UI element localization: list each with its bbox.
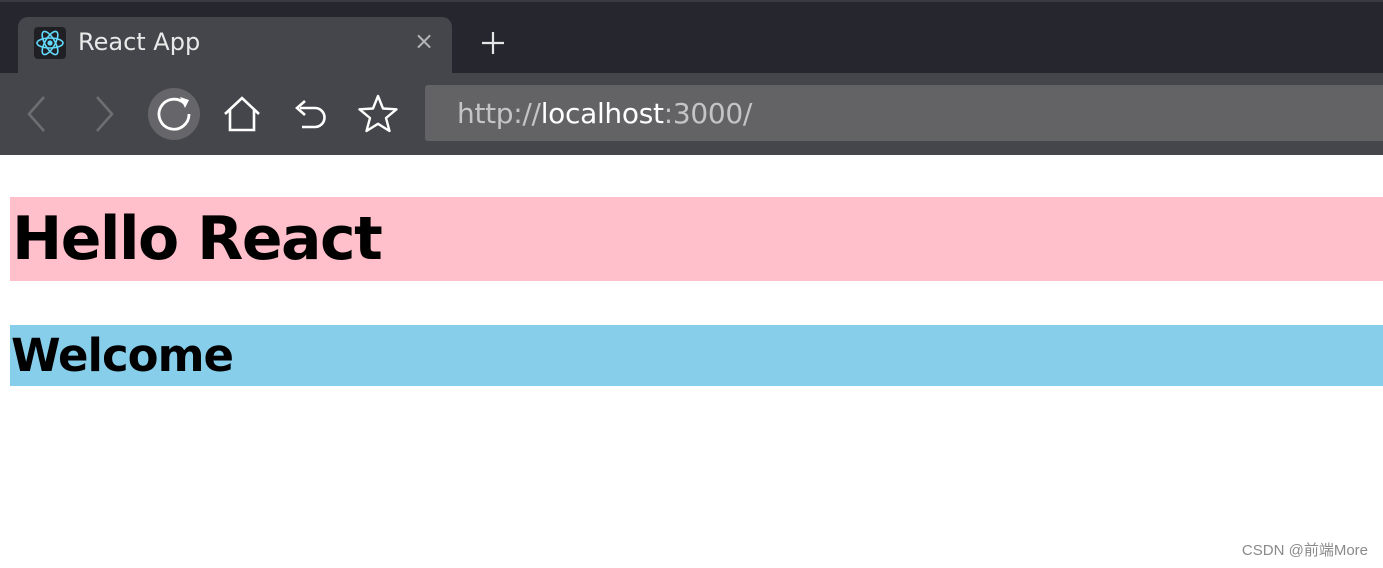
page-content: Hello React Welcome [0, 155, 1383, 568]
address-bar[interactable]: http://localhost:3000/ [425, 85, 1383, 141]
hello-heading: Hello React [10, 197, 1383, 281]
plus-icon[interactable] [478, 28, 508, 58]
reload-icon [157, 97, 191, 131]
url-port-path: :3000/ [663, 97, 753, 130]
chevron-right-icon[interactable] [76, 86, 132, 142]
undo-icon[interactable] [282, 86, 338, 142]
tab-title: React App [78, 28, 201, 56]
star-icon[interactable] [350, 86, 406, 142]
watermark: CSDN @前端More [1241, 542, 1368, 559]
browser-window: React App × http://localhost:3000/ Hello… [0, 0, 1383, 568]
url-scheme: http:// [457, 97, 541, 130]
chevron-left-icon[interactable] [8, 86, 64, 142]
close-icon[interactable]: × [412, 29, 436, 53]
welcome-heading: Welcome [10, 325, 1383, 386]
tab-react-app[interactable]: React App × [18, 17, 452, 75]
home-icon[interactable] [214, 86, 270, 142]
url-host: localhost [540, 97, 664, 130]
tab-strip: React App × [0, 0, 1383, 75]
reload-button[interactable] [146, 86, 202, 142]
react-logo-icon [34, 27, 66, 59]
browser-toolbar: http://localhost:3000/ [0, 73, 1383, 155]
url-text: http://localhost:3000/ [457, 97, 752, 130]
